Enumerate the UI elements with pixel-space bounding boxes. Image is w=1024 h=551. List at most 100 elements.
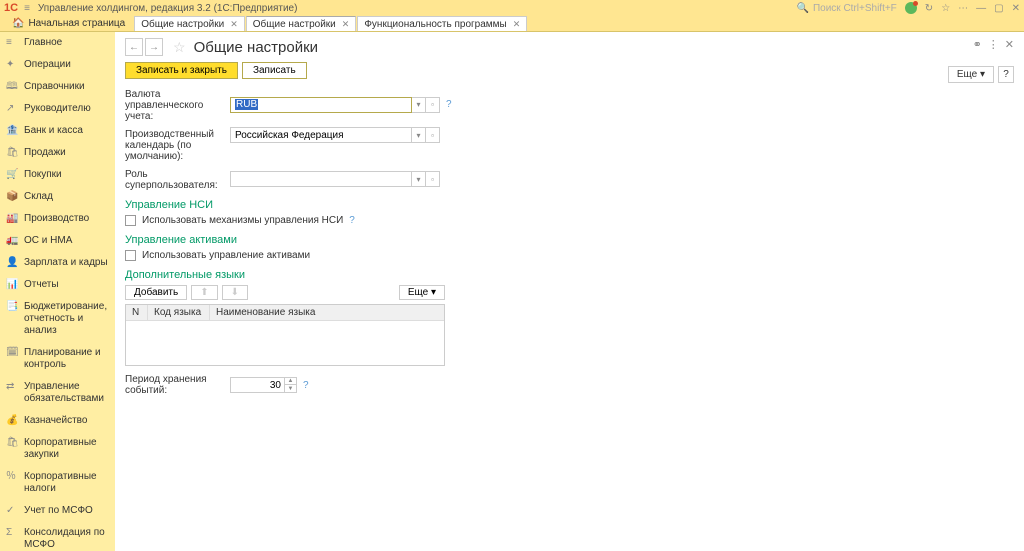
search-icon: 🔍 bbox=[797, 3, 809, 14]
minimize-icon[interactable]: — bbox=[976, 3, 986, 14]
sidebar-item[interactable]: ΣКонсолидация по МСФО bbox=[0, 522, 115, 551]
star-icon[interactable]: ☆ bbox=[941, 3, 950, 14]
tab-item[interactable]: Функциональность программы ✕ bbox=[357, 16, 527, 31]
col-name: Наименование языка bbox=[210, 305, 444, 320]
sidebar-item[interactable]: 🕮 Справочники bbox=[0, 76, 115, 98]
currency-input[interactable]: RUB bbox=[230, 97, 412, 113]
calendar-input[interactable] bbox=[230, 127, 412, 143]
sidebar-item-icon: 🏦 bbox=[6, 125, 18, 137]
page-title: Общие настройки bbox=[194, 39, 319, 56]
dropdown-icon[interactable]: ▾ bbox=[412, 97, 426, 113]
sidebar-item-icon: 💰 bbox=[6, 415, 18, 427]
tab-home-label: Начальная страница bbox=[28, 18, 125, 29]
section-langs-title: Дополнительные языки bbox=[125, 269, 1014, 281]
tab-item-active[interactable]: Общие настройки ✕ bbox=[246, 16, 357, 31]
sidebar-item[interactable]: 📊 Отчеты bbox=[0, 274, 115, 296]
section-assets-title: Управление активами bbox=[125, 234, 1014, 246]
favorite-icon[interactable]: ☆ bbox=[173, 39, 186, 56]
link-icon[interactable]: ⚭ bbox=[973, 38, 982, 51]
global-search[interactable]: 🔍 Поиск Ctrl+Shift+F bbox=[797, 3, 897, 14]
field-help-icon[interactable]: ? bbox=[446, 99, 452, 110]
move-down-button[interactable]: ⬇ bbox=[222, 285, 248, 300]
sidebar-item[interactable]: ✦ Операции bbox=[0, 54, 115, 76]
section-nsi-title: Управление НСИ bbox=[125, 199, 1014, 211]
tab-close-icon[interactable]: ✕ bbox=[513, 19, 521, 30]
sidebar-item[interactable]: 🛒Покупки bbox=[0, 164, 115, 186]
sidebar-item-label: Главное bbox=[24, 37, 109, 49]
langs-table[interactable]: N Код языка Наименование языка bbox=[125, 304, 445, 366]
sidebar-item-label: Операции bbox=[24, 59, 109, 71]
field-help-icon[interactable]: ? bbox=[303, 380, 309, 391]
tab-close-icon[interactable]: ✕ bbox=[342, 19, 350, 30]
sidebar-item[interactable]: 📦Склад bbox=[0, 186, 115, 208]
dropdown-icon[interactable]: ▾ bbox=[412, 127, 426, 143]
sidebar-item-icon: 🕮 bbox=[6, 81, 18, 93]
sidebar-item-label: Планирование и контроль bbox=[24, 347, 109, 371]
open-ref-icon[interactable]: ▫ bbox=[426, 171, 440, 187]
more-icon[interactable]: ⋮ bbox=[988, 38, 999, 51]
sidebar-item-label: Производство bbox=[24, 213, 109, 225]
open-ref-icon[interactable]: ▫ bbox=[426, 127, 440, 143]
app-title: Управление холдингом, редакция 3.2 (1С:П… bbox=[38, 3, 298, 14]
search-placeholder: Поиск Ctrl+Shift+F bbox=[813, 3, 897, 14]
sidebar-item[interactable]: 👤Зарплата и кадры bbox=[0, 252, 115, 274]
sidebar-item-icon: 🛒 bbox=[6, 169, 18, 181]
page-close-icon[interactable]: ✕ bbox=[1005, 38, 1014, 51]
app-logo: 1С bbox=[4, 2, 18, 14]
save-button[interactable]: Записать bbox=[242, 62, 307, 79]
assets-checkbox[interactable] bbox=[125, 250, 136, 261]
nav-back-button[interactable]: ← bbox=[125, 38, 143, 56]
sidebar-item[interactable]: ≡ Главное bbox=[0, 32, 115, 54]
sidebar-item-icon: Σ bbox=[6, 527, 18, 539]
dropdown-icon[interactable]: ▾ bbox=[412, 171, 426, 187]
tab-label: Общие настройки bbox=[141, 19, 224, 30]
sidebar-item-label: Зарплата и кадры bbox=[24, 257, 109, 269]
tab-home[interactable]: 🏠 Начальная страница bbox=[4, 16, 133, 32]
langs-more-button[interactable]: Еще ▾ bbox=[399, 285, 445, 300]
sidebar-item[interactable]: 🏦 Банк и касса bbox=[0, 120, 115, 142]
retention-input[interactable] bbox=[230, 377, 285, 393]
tab-item[interactable]: Общие настройки ✕ bbox=[134, 16, 245, 31]
sidebar-item-icon: ≡ bbox=[6, 37, 18, 49]
main-menu-icon[interactable]: ≡ bbox=[24, 3, 30, 14]
sidebar-item-icon: 🏭 bbox=[6, 213, 18, 225]
sidebar-item[interactable]: ✓Учет по МСФО bbox=[0, 500, 115, 522]
sidebar-item[interactable]: ↗Руководителю bbox=[0, 98, 115, 120]
add-lang-button[interactable]: Добавить bbox=[125, 285, 187, 300]
col-n: N bbox=[126, 305, 148, 320]
sidebar-item[interactable]: 🛍Корпоративные закупки bbox=[0, 432, 115, 466]
sidebar-item-label: Отчеты bbox=[24, 279, 109, 291]
open-ref-icon[interactable]: ▫ bbox=[426, 97, 440, 113]
nsi-checkbox-label: Использовать механизмы управления НСИ bbox=[142, 215, 343, 226]
sidebar-item[interactable]: 💰Казначейство bbox=[0, 410, 115, 432]
sidebar-item-icon: 📊 bbox=[6, 279, 18, 291]
more-button[interactable]: Еще ▾ bbox=[948, 66, 994, 83]
history-icon[interactable]: ↻ bbox=[925, 3, 933, 14]
save-close-button[interactable]: Записать и закрыть bbox=[125, 62, 238, 79]
maximize-icon[interactable]: ▢ bbox=[994, 3, 1003, 14]
spinner-down-icon[interactable]: ▼ bbox=[285, 385, 297, 393]
sidebar-item[interactable]: 🛍Продажи bbox=[0, 142, 115, 164]
close-icon[interactable]: ✕ bbox=[1012, 3, 1020, 14]
settings-icon[interactable]: ⋯ bbox=[958, 3, 968, 14]
sidebar-item[interactable]: ％Корпоративные налоги bbox=[0, 466, 115, 500]
sidebar-item[interactable]: 🚛ОС и НМА bbox=[0, 230, 115, 252]
spinner-up-icon[interactable]: ▲ bbox=[285, 377, 297, 385]
sidebar-item[interactable]: 🗓Планирование и контроль bbox=[0, 342, 115, 376]
sidebar-item[interactable]: 📑Бюджетирование, отчетность и анализ bbox=[0, 296, 115, 342]
superuser-input[interactable] bbox=[230, 171, 412, 187]
help-button[interactable]: ? bbox=[998, 66, 1014, 83]
sidebar-item-icon: ✦ bbox=[6, 59, 18, 71]
nav-forward-button[interactable]: → bbox=[145, 38, 163, 56]
tab-close-icon[interactable]: ✕ bbox=[230, 19, 238, 30]
nsi-checkbox[interactable] bbox=[125, 215, 136, 226]
sidebar-item-label: Справочники bbox=[24, 81, 109, 93]
sidebar-item[interactable]: ⇄Управление обязательствами bbox=[0, 376, 115, 410]
notifications-icon[interactable] bbox=[905, 2, 917, 14]
sidebar-item-icon: 📦 bbox=[6, 191, 18, 203]
currency-label: Валюта управленческого учета: bbox=[125, 87, 230, 122]
field-help-icon[interactable]: ? bbox=[349, 215, 355, 226]
sidebar-item[interactable]: 🏭 Производство bbox=[0, 208, 115, 230]
move-up-button[interactable]: ⬆ bbox=[191, 285, 217, 300]
sidebar-item-label: Банк и касса bbox=[24, 125, 109, 137]
